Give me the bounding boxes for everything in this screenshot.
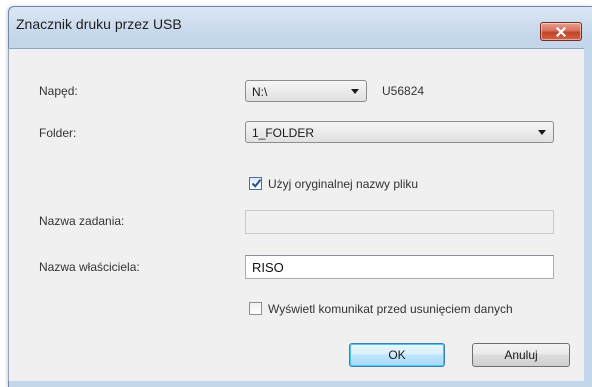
folder-selected-value: 1_FOLDER: [252, 126, 315, 140]
job-name-label: Nazwa zadania:: [39, 214, 125, 228]
use-original-filename-checkbox[interactable]: [249, 177, 262, 190]
dialog-title: Znacznik druku przez USB: [16, 16, 182, 32]
folder-label: Folder:: [39, 126, 77, 140]
chevron-down-icon: [538, 130, 546, 135]
chevron-down-icon: [351, 89, 359, 94]
folder-dropdown[interactable]: 1_FOLDER: [245, 121, 554, 143]
ok-button[interactable]: OK: [349, 343, 445, 367]
owner-name-field[interactable]: [245, 255, 554, 279]
close-icon: [556, 26, 566, 37]
show-message-checkbox[interactable]: [249, 302, 262, 315]
use-original-filename-label[interactable]: Użyj oryginalnej nazwy pliku: [268, 177, 418, 191]
drive-volume-name: U56824: [382, 84, 425, 98]
drive-dropdown[interactable]: N:\: [245, 80, 367, 102]
owner-name-label: Nazwa właściciela:: [39, 260, 140, 274]
cancel-button[interactable]: Anuluj: [472, 343, 570, 367]
title-bar: Znacznik druku przez USB: [9, 7, 592, 37]
drive-label: Napęd:: [39, 84, 78, 98]
checkmark-icon: [251, 179, 262, 188]
show-message-label[interactable]: Wyświetl komunikat przed usunięciem dany…: [268, 302, 513, 316]
drive-selected-value: N:\: [252, 85, 268, 99]
close-button[interactable]: [540, 22, 582, 41]
job-name-field: [245, 210, 554, 234]
